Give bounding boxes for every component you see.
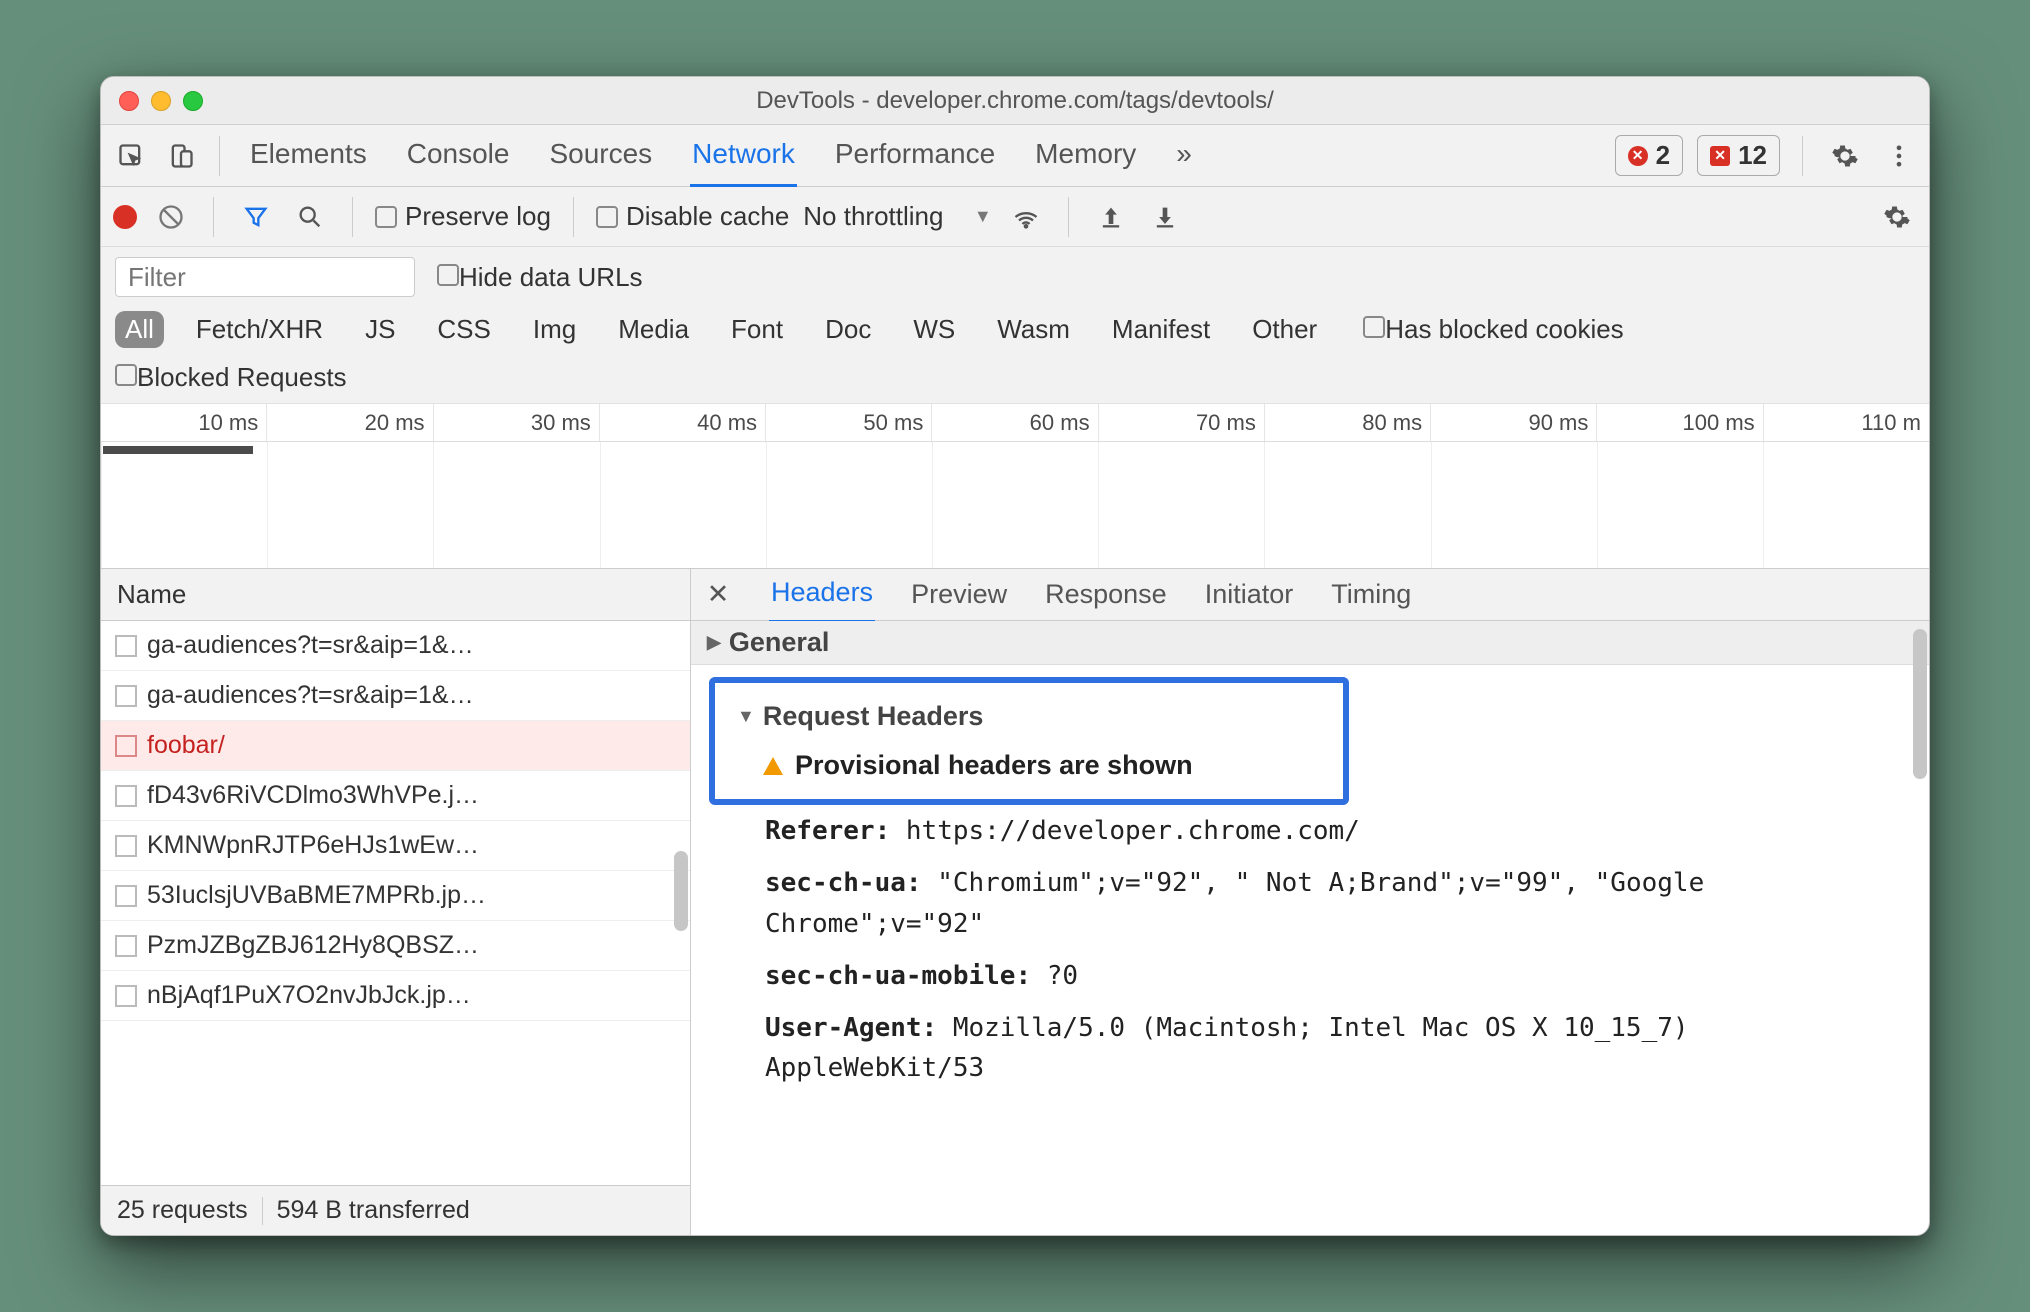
- issues-count: 12: [1738, 140, 1767, 171]
- window-title: DevTools - developer.chrome.com/tags/dev…: [101, 87, 1929, 115]
- throttling-select[interactable]: No throttling ▼: [803, 201, 991, 232]
- error-badge[interactable]: ✕ 2: [1615, 135, 1683, 176]
- warning-icon: [763, 757, 783, 775]
- main-tabbar: Elements Console Sources Network Perform…: [101, 125, 1929, 187]
- tab-elements[interactable]: Elements: [248, 124, 369, 188]
- split-view: Name ga-audiences?t=sr&aip=1&… ga-audien…: [101, 569, 1929, 1235]
- header-sec-ch-ua: sec-ch-ua: "Chromium";v="92", " Not A;Br…: [715, 857, 1905, 950]
- timeline-lanes: [101, 442, 1929, 568]
- separator: [219, 136, 220, 176]
- request-list-pane: Name ga-audiences?t=sr&aip=1&… ga-audien…: [101, 569, 691, 1235]
- list-header-name[interactable]: Name: [101, 569, 690, 621]
- dtab-preview[interactable]: Preview: [909, 567, 1009, 622]
- inspect-icon[interactable]: [111, 136, 151, 176]
- devtools-window: DevTools - developer.chrome.com/tags/dev…: [100, 76, 1930, 1236]
- search-icon[interactable]: [290, 197, 330, 237]
- chevron-right-icon: ▶: [707, 632, 721, 653]
- detail-body[interactable]: ▶General ▼Request Headers Provisional he…: [691, 621, 1929, 1235]
- network-settings-icon[interactable]: [1877, 197, 1917, 237]
- disable-cache-checkbox[interactable]: Disable cache: [596, 201, 789, 232]
- list-item[interactable]: ga-audiences?t=sr&aip=1&…: [101, 671, 690, 721]
- error-icon: ✕: [1628, 146, 1648, 166]
- upload-har-icon[interactable]: [1091, 197, 1131, 237]
- filter-input[interactable]: [115, 257, 415, 297]
- detail-pane: ✕ Headers Preview Response Initiator Tim…: [691, 569, 1929, 1235]
- request-list[interactable]: ga-audiences?t=sr&aip=1&… ga-audiences?t…: [101, 621, 690, 1185]
- separator: [1802, 136, 1803, 176]
- timeline-ticks: 10 ms 20 ms 30 ms 40 ms 50 ms 60 ms 70 m…: [101, 404, 1929, 442]
- status-transferred: 594 B transferred: [277, 1196, 470, 1225]
- status-requests: 25 requests: [117, 1196, 248, 1225]
- type-fetchxhr[interactable]: Fetch/XHR: [186, 311, 333, 348]
- header-user-agent: User-Agent: Mozilla/5.0 (Macintosh; Inte…: [715, 1002, 1905, 1095]
- type-other[interactable]: Other: [1242, 311, 1327, 348]
- tab-performance[interactable]: Performance: [833, 124, 997, 188]
- device-toggle-icon[interactable]: [161, 136, 201, 176]
- blocked-requests-checkbox[interactable]: Blocked Requests: [115, 362, 347, 393]
- detail-tabs: ✕ Headers Preview Response Initiator Tim…: [691, 569, 1929, 621]
- type-manifest[interactable]: Manifest: [1102, 311, 1220, 348]
- network-toolbar: Preserve log Disable cache No throttling…: [101, 187, 1929, 247]
- type-img[interactable]: Img: [523, 311, 586, 348]
- tab-console[interactable]: Console: [405, 124, 512, 188]
- section-general[interactable]: ▶General: [691, 621, 1929, 665]
- kebab-icon[interactable]: [1879, 136, 1919, 176]
- list-item[interactable]: fD43v6RiVCDlmo3WhVPe.j…: [101, 771, 690, 821]
- error-count: 2: [1656, 140, 1670, 171]
- type-doc[interactable]: Doc: [815, 311, 881, 348]
- settings-icon[interactable]: [1825, 136, 1865, 176]
- list-scrollbar[interactable]: [674, 851, 688, 931]
- record-button[interactable]: [113, 205, 137, 229]
- chevron-down-icon: ▼: [737, 706, 755, 727]
- highlight-box: ▼Request Headers Provisional headers are…: [709, 677, 1349, 805]
- list-item[interactable]: KMNWpnRJTP6eHJs1wEw…: [101, 821, 690, 871]
- dtab-initiator[interactable]: Initiator: [1203, 567, 1296, 622]
- list-item[interactable]: ga-audiences?t=sr&aip=1&…: [101, 621, 690, 671]
- blocked-cookies-checkbox[interactable]: Has blocked cookies: [1363, 314, 1623, 345]
- list-item-error[interactable]: foobar/: [101, 721, 690, 771]
- network-conditions-icon[interactable]: [1006, 197, 1046, 237]
- panel-tabs: Elements Console Sources Network Perform…: [248, 124, 1194, 188]
- status-bar: 25 requests 594 B transferred: [101, 1185, 690, 1235]
- dtab-response[interactable]: Response: [1043, 567, 1169, 622]
- list-item[interactable]: nBjAqf1PuX7O2nvJbJck.jp…: [101, 971, 690, 1021]
- provisional-warning: Provisional headers are shown: [737, 750, 1321, 781]
- hide-data-urls-checkbox[interactable]: Hide data URLs: [437, 262, 643, 293]
- type-wasm[interactable]: Wasm: [987, 311, 1080, 348]
- filter-icon[interactable]: [236, 197, 276, 237]
- type-all[interactable]: All: [115, 311, 164, 348]
- separator: [1068, 197, 1069, 237]
- close-detail-icon[interactable]: ✕: [701, 579, 735, 610]
- download-har-icon[interactable]: [1145, 197, 1185, 237]
- preserve-log-checkbox[interactable]: Preserve log: [375, 201, 551, 232]
- separator: [573, 197, 574, 237]
- detail-scrollbar[interactable]: [1913, 629, 1927, 779]
- titlebar: DevTools - developer.chrome.com/tags/dev…: [101, 77, 1929, 125]
- header-referer: Referer: https://developer.chrome.com/: [715, 805, 1905, 857]
- header-sec-ch-ua-mobile: sec-ch-ua-mobile: ?0: [715, 950, 1905, 1002]
- request-bar: [103, 446, 253, 454]
- list-item[interactable]: PzmJZBgZBJ612Hy8QBSZ…: [101, 921, 690, 971]
- tab-more[interactable]: »: [1174, 124, 1194, 188]
- type-font[interactable]: Font: [721, 311, 793, 348]
- dtab-headers[interactable]: Headers: [769, 565, 875, 624]
- separator: [213, 197, 214, 237]
- issues-badge[interactable]: ✕ 12: [1697, 135, 1780, 176]
- type-js[interactable]: JS: [355, 311, 405, 348]
- tab-network[interactable]: Network: [690, 124, 797, 188]
- tab-sources[interactable]: Sources: [547, 124, 654, 188]
- type-css[interactable]: CSS: [427, 311, 500, 348]
- clear-icon[interactable]: [151, 197, 191, 237]
- list-item[interactable]: 53IuclsjUVBaBME7MPRb.jp…: [101, 871, 690, 921]
- type-media[interactable]: Media: [608, 311, 699, 348]
- type-ws[interactable]: WS: [903, 311, 965, 348]
- chevron-down-icon: ▼: [974, 206, 992, 227]
- separator: [352, 197, 353, 237]
- issues-icon: ✕: [1710, 146, 1730, 166]
- tab-memory[interactable]: Memory: [1033, 124, 1138, 188]
- waterfall-overview[interactable]: 10 ms 20 ms 30 ms 40 ms 50 ms 60 ms 70 m…: [101, 404, 1929, 569]
- section-request-headers[interactable]: ▼Request Headers: [737, 701, 1321, 732]
- filter-bar: Hide data URLs All Fetch/XHR JS CSS Img …: [101, 247, 1929, 404]
- dtab-timing[interactable]: Timing: [1329, 567, 1413, 622]
